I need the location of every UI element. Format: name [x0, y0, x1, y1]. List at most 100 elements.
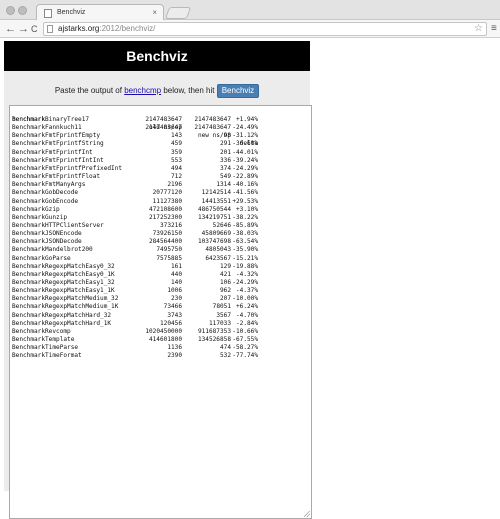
new-value: 103747698	[197, 238, 231, 246]
delta-value: -22.89%	[232, 173, 258, 181]
old-value: 2390	[167, 352, 182, 360]
address-bar[interactable]: ajstarks.org:2012/benchviz/ ☆	[43, 22, 487, 36]
benchmark-name: BenchmarkRegexpMatchEasy0_1K	[12, 270, 115, 278]
forward-arrow-icon[interactable]: →	[18, 22, 29, 36]
old-value: 440	[170, 270, 182, 278]
delta-value: -10.66%	[232, 327, 258, 335]
browser-titlebar: Benchviz ×	[0, 0, 500, 21]
new-value: 421	[219, 270, 231, 278]
delta-value: -41.56%	[232, 189, 258, 197]
delta-value: -15.21%	[232, 254, 258, 262]
close-window-button[interactable]	[6, 6, 15, 15]
delta-value: -63.54%	[232, 238, 258, 246]
benchmark-name: BenchmarkGunzip	[12, 213, 68, 221]
benchmark-name: BenchmarkRegexpMatchHard_1K	[12, 319, 112, 327]
benchviz-button[interactable]: Benchviz	[216, 84, 260, 98]
new-tab-button[interactable]	[164, 7, 192, 19]
benchmark-name: BenchmarkFmtFprintfPrefixedInt	[12, 164, 123, 172]
old-value: 373216	[159, 221, 182, 229]
table-row: BenchmarkGobDecode 20777120 12142514 -41.56…	[10, 189, 310, 197]
old-value: 494	[170, 164, 182, 172]
back-arrow-icon[interactable]: ←	[5, 22, 16, 36]
old-value: 2147483647	[145, 116, 182, 123]
resize-handle[interactable]	[304, 511, 310, 517]
benchmark-name: BenchmarkMandelbrot200	[12, 246, 93, 254]
delta-value: -24.29%	[232, 279, 258, 286]
page-title: Benchviz	[4, 41, 310, 71]
table-row: BenchmarkRegexpMatchMedium_1K 73466 78051 +…	[10, 303, 310, 311]
browser-toolbar: ← → C ajstarks.org:2012/benchviz/ ☆ ≡	[0, 20, 500, 38]
table-row: BenchmarkFmtFprintfEmpty 143 98 -31.12%	[10, 132, 310, 140]
benchcmp-link[interactable]: benchcmp	[124, 86, 161, 95]
old-value: 472108600	[148, 205, 182, 213]
benchmark-name: BenchmarkTemplate	[12, 336, 75, 344]
benchmark-name: BenchmarkRegexpMatchMedium_1K	[12, 303, 119, 311]
new-value: 52646	[212, 221, 231, 229]
old-value: 284564400	[148, 238, 182, 246]
table-row: BenchmarkGunzip 217252300 134219751 -38.22%	[10, 214, 310, 222]
benchmark-name: BenchmarkRegexpMatchMedium_32	[12, 295, 119, 303]
table-row: BenchmarkRegexpMatchEasy1_32 140 106 -24.29…	[10, 279, 310, 287]
old-value: 230	[170, 295, 182, 303]
old-value: 7575885	[156, 254, 182, 262]
new-value: 134526858	[197, 336, 231, 344]
old-value: 553	[170, 156, 182, 164]
old-value: 3743	[167, 311, 182, 319]
delta-value: -19.88%	[232, 262, 258, 270]
table-row: BenchmarkGzip 472108600 486750544 +3.10%	[10, 206, 310, 214]
table-row: BenchmarkHTTPClientServer 373216 52646 -85.…	[10, 222, 310, 230]
close-icon[interactable]: ×	[152, 8, 157, 17]
new-value: 134219751	[197, 213, 231, 221]
old-value: 414601800	[148, 336, 182, 344]
new-value: 129	[219, 262, 231, 270]
new-value: 291	[219, 140, 231, 148]
benchmark-name: BenchmarkRegexpMatchEasy1_32	[12, 279, 115, 286]
table-row: BenchmarkRegexpMatchHard_32 3743 3567 -4.70…	[10, 312, 310, 320]
benchmark-name: BenchmarkFmtFprintfIntInt	[12, 156, 104, 164]
new-value: 6423567	[205, 254, 231, 262]
new-value: 117033	[208, 319, 231, 327]
url-path: :2012/benchviz/	[99, 24, 156, 33]
benchmark-name: BenchmarkJSONDecode	[12, 238, 82, 246]
old-value: 217252300	[148, 213, 182, 221]
browser-tab[interactable]: Benchviz ×	[36, 4, 164, 21]
old-value: 459	[170, 140, 182, 148]
delta-value: -44.01%	[232, 148, 258, 156]
minimize-window-button[interactable]	[18, 6, 27, 15]
delta-value: -39.24%	[232, 156, 258, 164]
benchmark-name: BenchmarkFmtManyArgs	[12, 181, 86, 189]
table-row: BenchmarkFmtFprintfIntInt 553 336 -39.24%	[10, 157, 310, 165]
new-value: 486750544	[197, 205, 231, 213]
old-value: 7495750	[156, 246, 182, 254]
old-value: 1020450000	[145, 327, 182, 335]
new-value: 474	[219, 344, 231, 352]
intro-suffix: below, then hit	[161, 86, 217, 95]
menu-icon[interactable]: ≡	[491, 23, 497, 35]
old-value: 2196	[167, 181, 182, 189]
reload-icon[interactable]: C	[31, 22, 38, 36]
benchmark-name: BenchmarkFmtFprintfEmpty	[12, 132, 101, 140]
old-value: 73466	[163, 303, 182, 311]
page-icon	[47, 25, 53, 33]
delta-value: +3.10%	[235, 205, 258, 213]
old-value: 1136	[167, 344, 182, 352]
old-value: 120456	[159, 319, 182, 327]
delta-value: -67.55%	[232, 336, 258, 344]
new-value: 2147483647	[194, 116, 231, 123]
benchmark-name: BenchmarkRegexpMatchEasy1_1K	[12, 287, 115, 295]
table-row: BenchmarkRegexpMatchEasy0_32 161 129 -19.88…	[10, 263, 310, 271]
old-value: 1006	[167, 287, 182, 295]
old-value: 712	[170, 173, 182, 181]
delta-value: -2.84%	[235, 319, 258, 327]
delta-value: -4.37%	[235, 287, 258, 295]
benchmark-name: BenchmarkFmtFprintfFloat	[12, 173, 101, 181]
new-value: 1314	[216, 181, 231, 189]
new-value: 12142514	[201, 189, 231, 197]
bookmark-star-icon[interactable]: ☆	[474, 23, 483, 35]
benchmark-input-textarea[interactable]: benchmark old ns/op new ns/op delta Benc…	[9, 105, 312, 519]
new-value: 374	[219, 164, 231, 172]
table-row: BenchmarkFmtManyArgs 2196 1314 -40.16%	[10, 181, 310, 189]
new-value: 911687353	[197, 327, 231, 335]
table-row: BenchmarkFmtFprintfPrefixedInt 494 374 -24.…	[10, 165, 310, 173]
page-body: Benchviz Paste the output of benchcmp be…	[4, 41, 312, 519]
